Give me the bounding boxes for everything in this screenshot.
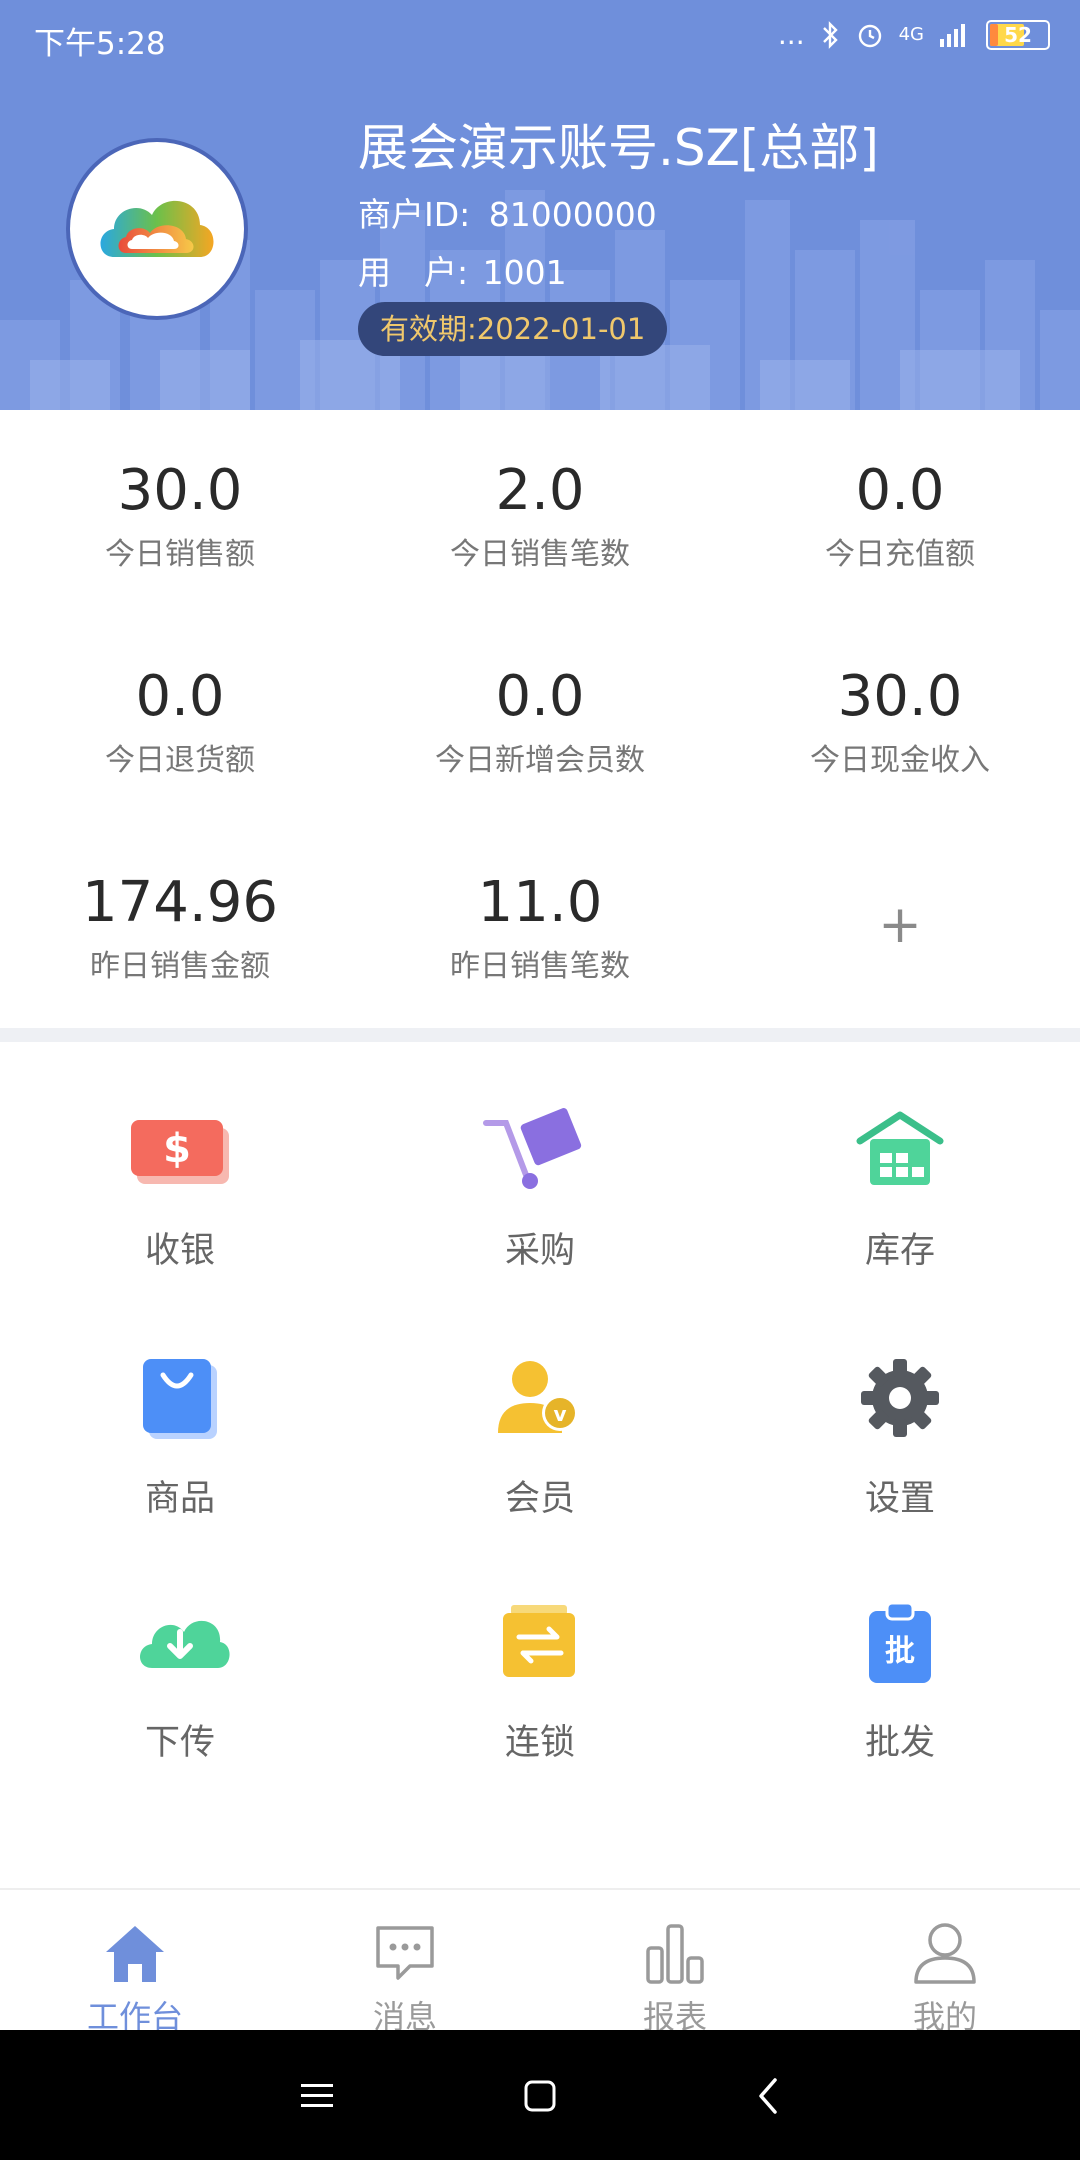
stat-label: 今日充值额: [825, 537, 975, 572]
validity-date: 2022-01-01: [476, 312, 646, 346]
back-chevron-icon: [759, 2078, 777, 2114]
user-row: 用 户: 1001: [358, 246, 567, 294]
grid-item-member[interactable]: v 会员: [360, 1338, 720, 1558]
svg-text:批: 批: [885, 1634, 915, 1669]
nav-workbench[interactable]: 工作台: [0, 1890, 270, 2036]
purchase-cart-icon: [483, 1108, 582, 1189]
grid-item-label: 收银: [144, 1231, 215, 1271]
nav-reports[interactable]: 报表: [540, 1890, 810, 2036]
more-dots-icon: ...: [777, 18, 805, 51]
stat-label: 今日销售额: [105, 537, 255, 572]
grid-item-settings[interactable]: 设置: [720, 1338, 1080, 1558]
battery-icon: 52: [986, 19, 1050, 50]
status-time: 下午5:28: [34, 26, 166, 62]
stat-today-recharge[interactable]: 0.0 今日充值额: [720, 458, 1080, 573]
add-stat-button[interactable]: +: [868, 895, 932, 955]
grid-item-label: 连锁: [504, 1723, 575, 1763]
grid-item-inventory[interactable]: 库存: [720, 1090, 1080, 1310]
user-label: 用 户:: [358, 253, 469, 292]
svg-text:$: $: [163, 1126, 191, 1172]
stat-value: 30.0: [837, 664, 963, 729]
stat-label: 昨日销售金额: [90, 949, 270, 984]
system-navigation-bar: [0, 2030, 1080, 2160]
bar-chart-icon: [646, 1924, 704, 1984]
message-icon: [376, 1926, 434, 1980]
shopping-bag-icon: [143, 1359, 217, 1439]
system-back-button[interactable]: [738, 2066, 798, 2126]
cloud-logo-icon: [100, 200, 214, 257]
stat-today-returns[interactable]: 0.0 今日退货额: [0, 664, 360, 779]
stat-value: 30.0: [117, 458, 243, 523]
stat-label: 昨日销售笔数: [450, 949, 630, 984]
merchant-id-label: 商户ID:: [358, 195, 471, 234]
stat-today-sales[interactable]: 30.0 今日销售额: [0, 458, 360, 573]
cloud-download-icon: [140, 1620, 230, 1668]
grid-item-download[interactable]: 下传: [0, 1582, 360, 1802]
stat-value: 0.0: [855, 458, 945, 523]
status-bar: 下午5:28 ... 4G 52: [0, 0, 1080, 78]
validity-badge: 有效期:2022-01-01: [358, 302, 668, 356]
grid-item-label: 会员: [504, 1479, 575, 1519]
grid-item-label: 批发: [864, 1723, 935, 1763]
network-4g-icon: 4G: [898, 24, 924, 45]
stat-yesterday-sales-count[interactable]: 11.0 昨日销售笔数: [360, 870, 720, 985]
stat-value: 11.0: [477, 870, 603, 935]
member-vip-icon: v: [498, 1361, 578, 1433]
wholesale-clipboard-icon: 批: [869, 1601, 931, 1683]
svg-text:v: v: [553, 1402, 566, 1426]
stat-label: 今日退货额: [105, 743, 255, 778]
stat-today-sales-count[interactable]: 2.0 今日销售笔数: [360, 458, 720, 573]
grid-item-label: 商品: [144, 1479, 215, 1519]
stat-value: 0.0: [135, 664, 225, 729]
stats-panel: 30.0 今日销售额 2.0 今日销售笔数 0.0 今日充值额 0.0 今日退货…: [0, 410, 1080, 1028]
stat-value: 0.0: [495, 664, 585, 729]
grid-item-label: 下传: [144, 1723, 215, 1763]
square-home-icon: [524, 2080, 556, 2112]
signal-icon: [940, 23, 965, 47]
validity-label: 有效期:: [380, 312, 477, 346]
system-menu-button[interactable]: [287, 2066, 347, 2126]
grid-item-cashier[interactable]: $ 收银: [0, 1090, 360, 1310]
stat-label: 今日现金收入: [810, 743, 990, 778]
stat-label: 今日销售笔数: [450, 537, 630, 572]
grid-item-purchase[interactable]: 采购: [360, 1090, 720, 1310]
home-icon: [106, 1926, 164, 1982]
cashier-icon: $: [131, 1120, 229, 1184]
section-divider: [0, 1028, 1080, 1042]
warehouse-icon: [856, 1111, 944, 1185]
grid-item-label: 采购: [504, 1231, 575, 1271]
chain-transfer-icon: [503, 1605, 575, 1677]
nav-mine[interactable]: 我的: [810, 1890, 1080, 2036]
account-header: 下午5:28 ... 4G 52 展会演示账号.SZ[总部] 商户ID: 810…: [0, 0, 1080, 410]
battery-level: 52: [1004, 22, 1032, 47]
stat-today-new-members[interactable]: 0.0 今日新增会员数: [360, 664, 720, 779]
stat-value: 2.0: [495, 458, 585, 523]
menu-icon: [301, 2084, 333, 2107]
grid-item-chain[interactable]: 连锁: [360, 1582, 720, 1802]
stat-yesterday-sales-amount[interactable]: 174.96 昨日销售金额: [0, 870, 360, 985]
grid-item-label: 设置: [864, 1479, 935, 1519]
system-home-button[interactable]: [510, 2066, 570, 2126]
gear-icon: [861, 1359, 939, 1437]
stat-label: 今日新增会员数: [435, 743, 645, 778]
alarm-icon: [858, 24, 881, 47]
grid-item-wholesale[interactable]: 批 批发: [720, 1582, 1080, 1802]
merchant-id-value: 81000000: [488, 195, 657, 234]
grid-item-label: 库存: [864, 1231, 935, 1271]
account-name: 展会演示账号.SZ[总部]: [358, 119, 879, 177]
grid-item-goods[interactable]: 商品: [0, 1338, 360, 1558]
merchant-id-row: 商户ID: 81000000: [358, 188, 657, 236]
user-value: 1001: [482, 253, 567, 292]
user-icon: [914, 1923, 976, 1984]
bottom-navigation: 工作台 消息 报表 我的: [0, 1888, 1080, 2036]
account-avatar[interactable]: [70, 142, 244, 316]
bluetooth-icon: [822, 20, 838, 49]
stat-value: 174.96: [82, 870, 278, 935]
nav-messages[interactable]: 消息: [270, 1890, 540, 2036]
stat-today-cash-income[interactable]: 30.0 今日现金收入: [720, 664, 1080, 779]
